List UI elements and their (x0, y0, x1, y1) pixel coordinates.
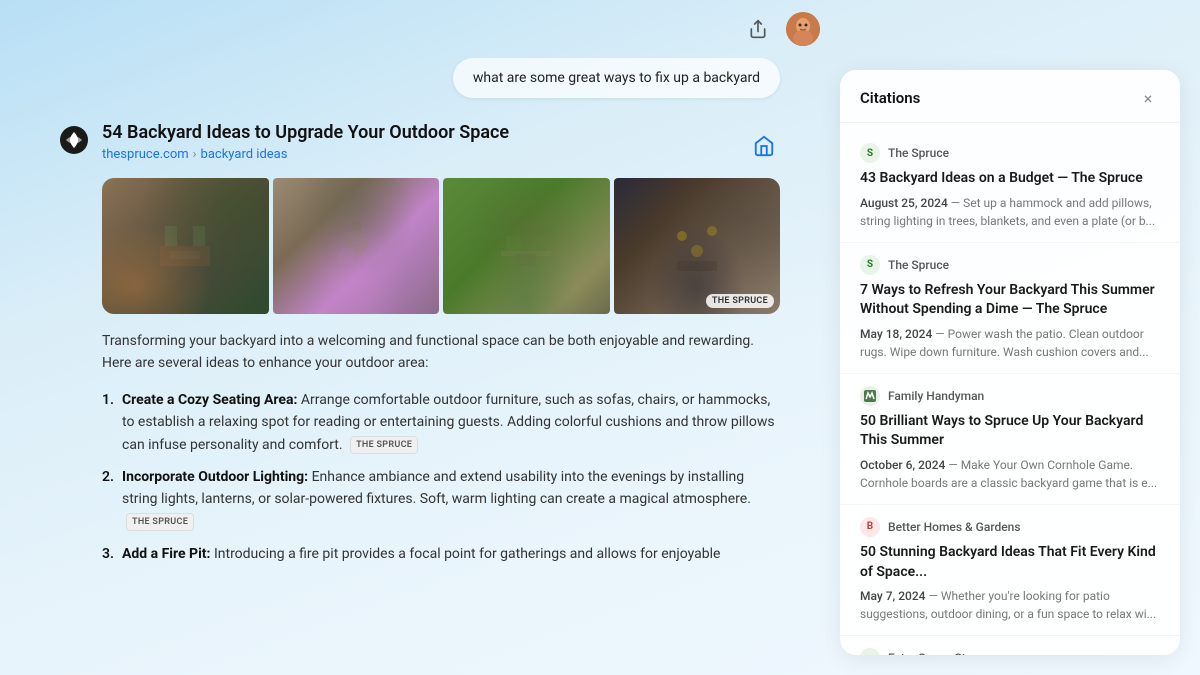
backyard-image-2[interactable] (273, 178, 440, 314)
citation-item-3[interactable]: Family Handyman 50 Brilliant Ways to Spr… (840, 374, 1180, 505)
citation-2-icon: S (860, 255, 880, 275)
citation-item-1[interactable]: S The Spruce 43 Backyard Ideas on a Budg… (840, 131, 1180, 243)
citations-header: Citations × (840, 70, 1180, 123)
citation-3-icon (860, 386, 880, 406)
avatar-image (786, 12, 820, 46)
citation-2-title: 7 Ways to Refresh Your Backyard This Sum… (860, 281, 1160, 320)
citation-item-4[interactable]: B Better Homes & Gardens 50 Stunning Bac… (840, 505, 1180, 636)
chat-area: what are some great ways to fix up a bac… (0, 0, 840, 675)
citation-4-snippet: May 7, 2024 — Whether you're looking for… (860, 587, 1160, 623)
citation-5-source: Extra Space Storage (888, 651, 996, 655)
list-item-2-badge: THE SPRUCE (126, 513, 194, 531)
citation-5-source-row: ES Extra Space Storage (860, 648, 1160, 655)
citation-3-title: 50 Brilliant Ways to Spruce Up Your Back… (860, 412, 1160, 451)
citation-1-title: 43 Backyard Ideas on a Budget — The Spru… (860, 169, 1160, 189)
list-item-1-badge: THE SPRUCE (350, 436, 418, 454)
citation-item-5[interactable]: ES Extra Space Storage Your DIY Guide to… (840, 636, 1180, 655)
result-list: 1. Create a Cozy Seating Area: Arrange c… (102, 389, 780, 566)
result-header: 54 Backyard Ideas to Upgrade Your Outdoo… (102, 122, 780, 162)
ai-content: 54 Backyard Ideas to Upgrade Your Outdoo… (102, 122, 780, 576)
top-bar (0, 0, 840, 58)
citation-1-source: The Spruce (888, 146, 949, 160)
backyard-image-4[interactable]: THE SPRUCE (614, 178, 781, 314)
citation-3-source: Family Handyman (888, 389, 984, 403)
list-item-3-text: Introducing a fire pit provides a focal … (214, 546, 720, 562)
citation-4-source-row: B Better Homes & Gardens (860, 517, 1160, 537)
citation-3-snippet: October 6, 2024 — Make Your Own Cornhole… (860, 456, 1160, 492)
list-item-3: 3. Add a Fire Pit: Introducing a fire pi… (102, 543, 780, 565)
user-message-text: what are some great ways to fix up a bac… (473, 70, 760, 86)
citations-panel: Citations × S The Spruce 43 Backyard Ide… (840, 70, 1180, 655)
avatar[interactable] (786, 12, 820, 46)
ai-response: 54 Backyard Ideas to Upgrade Your Outdoo… (60, 122, 780, 576)
breadcrumb-path: backyard ideas (201, 147, 288, 162)
citation-3-source-row: Family Handyman (860, 386, 1160, 406)
list-item-2: 2. Incorporate Outdoor Lighting: Enhance… (102, 466, 780, 533)
citation-1-icon: S (860, 143, 880, 163)
save-button[interactable] (748, 130, 780, 162)
breadcrumb-host: thespruce.com (102, 147, 189, 162)
citation-2-snippet: May 18, 2024 — Power wash the patio. Cle… (860, 325, 1160, 361)
citation-1-source-row: S The Spruce (860, 143, 1160, 163)
user-message-bubble: what are some great ways to fix up a bac… (453, 58, 780, 98)
breadcrumb-sep: › (193, 147, 197, 162)
list-item-1: 1. Create a Cozy Seating Area: Arrange c… (102, 389, 780, 456)
citation-2-source-row: S The Spruce (860, 255, 1160, 275)
list-item-2-bold: Incorporate Outdoor Lighting: (122, 469, 308, 485)
result-title: 54 Backyard Ideas to Upgrade Your Outdoo… (102, 122, 780, 143)
result-breadcrumb[interactable]: thespruce.com › backyard ideas (102, 147, 780, 162)
image-grid: THE SPRUCE (102, 178, 780, 314)
close-citations-button[interactable]: × (1136, 86, 1160, 110)
chat-content: what are some great ways to fix up a bac… (0, 58, 840, 675)
citation-2-source: The Spruce (888, 258, 949, 272)
citations-list: S The Spruce 43 Backyard Ideas on a Budg… (840, 123, 1180, 655)
share-button[interactable] (742, 13, 774, 45)
citation-4-source: Better Homes & Gardens (888, 520, 1021, 534)
user-message-wrap: what are some great ways to fix up a bac… (60, 58, 780, 98)
citation-1-snippet: August 25, 2024 — Set up a hammock and a… (860, 194, 1160, 230)
citation-4-title: 50 Stunning Backyard Ideas That Fit Ever… (860, 543, 1160, 582)
list-item-3-bold: Add a Fire Pit: (122, 546, 210, 562)
intro-text: Transforming your backyard into a welcom… (102, 330, 780, 375)
backyard-image-1[interactable] (102, 178, 269, 314)
citation-5-icon: ES (860, 648, 880, 655)
citation-4-icon: B (860, 517, 880, 537)
app-container: what are some great ways to fix up a bac… (0, 0, 1200, 675)
image-source-badge: THE SPRUCE (706, 294, 774, 308)
ai-logo (60, 126, 88, 154)
citation-item-2[interactable]: S The Spruce 7 Ways to Refresh Your Back… (840, 243, 1180, 374)
citations-title: Citations (860, 89, 920, 107)
backyard-image-3[interactable] (443, 178, 610, 314)
list-item-1-bold: Create a Cozy Seating Area: (122, 392, 297, 408)
